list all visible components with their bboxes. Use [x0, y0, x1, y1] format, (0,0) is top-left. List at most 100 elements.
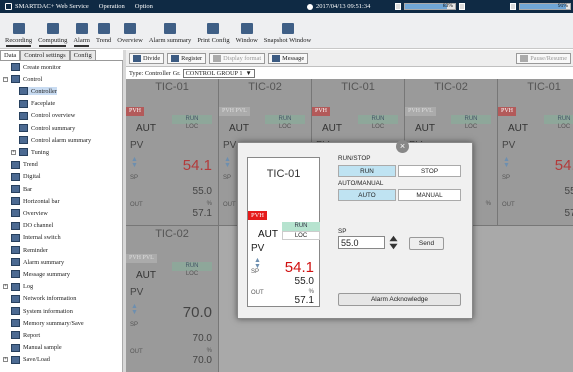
view-icon [11, 294, 20, 303]
sidebar-item[interactable]: Digital [11, 172, 41, 181]
dialog-alarm-badge: PVH [248, 211, 268, 220]
sidebar-item[interactable]: System information [11, 307, 73, 315]
toolbar-recording-button[interactable]: Recording [2, 12, 35, 48]
alarm-badge: PVH [126, 107, 145, 116]
register-icon [171, 54, 180, 62]
view-icon [19, 136, 28, 145]
sidebar-item-label: DO channel [23, 222, 54, 230]
spin-up-icon[interactable] [389, 235, 398, 242]
sidebar-item[interactable]: Reminder [11, 246, 48, 254]
alarm-summary-icon [164, 23, 177, 34]
close-icon[interactable]: × [396, 140, 409, 153]
sidebar-item-label: Digital [23, 173, 41, 181]
sidebar-item-label: Control summary [31, 124, 76, 132]
toolbar-computing-button[interactable]: Computing [35, 12, 70, 48]
computing-icon [46, 23, 59, 34]
view-icon [11, 233, 20, 242]
pause-resume-button[interactable]: Pause/Resume [516, 52, 571, 64]
tab-control-settings[interactable]: Control settings [20, 50, 70, 60]
sidebar-item-label: Create monitor [23, 63, 61, 71]
tag-title: TIC-02 [155, 228, 189, 240]
toolbar-overview-button[interactable]: Overview [114, 12, 146, 48]
sidebar-item[interactable]: Bar [11, 185, 32, 193]
sidebar-item[interactable]: Report [11, 331, 40, 340]
sidebar-item[interactable]: Internal switch [11, 233, 61, 242]
sidebar-item-label: Bar [23, 185, 33, 193]
sidebar-item[interactable]: + Save/Load [3, 355, 50, 364]
sidebar-item[interactable]: Manual sample [11, 343, 62, 352]
sidebar-item[interactable]: Controller [19, 87, 57, 96]
run-status: RUN [358, 115, 398, 124]
media-meter: 91% [519, 3, 571, 10]
sidebar-item[interactable]: + Log [3, 282, 34, 291]
expand-icon[interactable]: + [3, 357, 8, 363]
collapse-icon[interactable]: − [3, 76, 8, 82]
sidebar-item[interactable]: DO channel [11, 221, 54, 230]
expand-icon[interactable]: + [11, 149, 16, 155]
sidebar-item-label: Horizontal bar [23, 197, 60, 205]
sidebar-item[interactable]: Create monitor [11, 63, 61, 71]
sidebar-item[interactable]: Memory summary/Save [11, 319, 84, 328]
menu-operation[interactable]: Operation [94, 3, 130, 10]
pv-label: PV [502, 140, 516, 151]
toolbar-alarm-summary-button[interactable]: Alarm summary [146, 12, 194, 48]
register-button[interactable]: Register [167, 52, 207, 64]
sidebar-item[interactable]: Overview [11, 209, 48, 218]
message-button[interactable]: Message [268, 52, 309, 64]
spin-down-icon[interactable] [389, 243, 398, 250]
toolbar-alarm-button[interactable]: Alarm [70, 12, 93, 48]
view-icon [11, 221, 20, 230]
view-icon [11, 343, 20, 352]
toolbar-print-button[interactable]: Print Config [194, 12, 232, 48]
sidebar-item[interactable]: − Control [3, 75, 42, 84]
toolbar-trend-button[interactable]: Trend [93, 12, 114, 48]
dialog-mode: AUT [258, 229, 278, 240]
pv-value: 54.1 [182, 157, 212, 174]
view-icon [11, 246, 20, 254]
tab-config[interactable]: Config [69, 50, 96, 60]
stop-button[interactable]: STOP [398, 165, 461, 177]
run-status: RUN [265, 115, 305, 124]
sidebar-item[interactable]: Control alarm summary [19, 136, 92, 145]
sp-spinner[interactable] [389, 235, 398, 251]
out-label: OUT [130, 349, 143, 355]
sidebar-item-label: Log [23, 283, 34, 291]
toolbar-window-button[interactable]: Window [233, 12, 261, 48]
tag-title: TIC-02 [434, 81, 468, 93]
controller-card[interactable]: TIC-01PVHAUTRUNLOCPV54.1SP55.0OUT%57.1▲▼ [498, 79, 573, 226]
run-status: RUN [172, 115, 212, 124]
controller-card[interactable]: TIC-02 PVH PVL AUT RUN LOC PV 70.0 SP 70.0 OUT% 70… [126, 226, 219, 372]
tab-data[interactable]: Data [0, 50, 21, 60]
menu-option[interactable]: Option [130, 3, 158, 10]
sidebar-item[interactable]: Faceplate [19, 99, 55, 108]
pv-value: 54.1 [554, 157, 573, 174]
expand-icon[interactable]: + [3, 284, 8, 290]
dialog-out-label: OUT [251, 290, 264, 296]
manual-button[interactable]: MANUAL [398, 189, 461, 201]
trend-icon [97, 23, 110, 34]
sp-input[interactable]: 55.0 [338, 236, 385, 249]
type-label: Type: Controller [129, 70, 171, 77]
sidebar-item-label: Internal switch [23, 234, 61, 242]
view-icon [11, 63, 20, 71]
sidebar-item-label: Control alarm summary [31, 136, 92, 144]
sidebar-item[interactable]: Alarm summary [11, 258, 64, 267]
sidebar-item[interactable]: Message summary [11, 270, 70, 279]
sidebar-item[interactable]: Horizontal bar [11, 197, 60, 206]
sidebar-item[interactable]: Trend [11, 160, 38, 169]
toolbar-snapshot-button[interactable]: Snapshot Window [261, 12, 314, 48]
tag-title: TIC-01 [341, 81, 375, 93]
auto-button[interactable]: AUTO [338, 189, 396, 201]
group-select[interactable]: CONTROL GROUP 1 ▼ [182, 69, 255, 78]
sidebar-item[interactable]: + Tuning [11, 148, 49, 157]
sidebar-item[interactable]: Network information [11, 294, 76, 303]
divide-button[interactable]: Divide [129, 52, 165, 64]
view-icon [11, 75, 20, 84]
run-button[interactable]: RUN [338, 165, 396, 177]
alarm-acknowledge-button[interactable]: Alarm Acknowledge [338, 293, 461, 306]
controller-card[interactable]: TIC-01PVHAUTRUNLOCPV54.1SP55.0OUT%57.1▲▼ [126, 79, 219, 226]
sidebar-item[interactable]: Control overview [19, 111, 75, 120]
display-format-button[interactable]: Display format [209, 52, 266, 64]
sidebar-item[interactable]: Control summary [19, 124, 75, 132]
send-button[interactable]: Send [409, 237, 444, 250]
